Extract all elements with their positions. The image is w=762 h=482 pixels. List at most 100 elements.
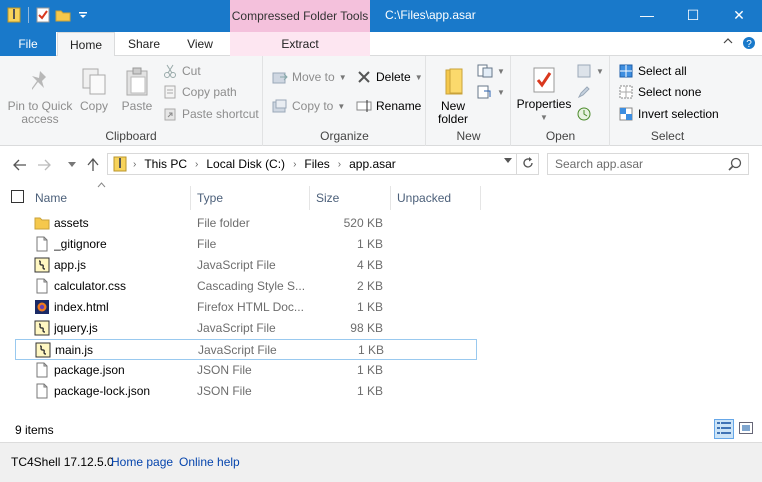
file-name: index.html [54, 300, 109, 314]
invert-selection-button[interactable]: Invert selection [618, 105, 719, 123]
rename-button[interactable]: Rename [356, 97, 421, 115]
organize-group-label: Organize [320, 129, 369, 143]
maximize-button[interactable]: ☐ [670, 0, 716, 30]
column-header-size[interactable]: Size [310, 186, 391, 210]
copy-path-button[interactable]: Copy path [162, 83, 237, 101]
back-arrow-icon[interactable] [11, 156, 29, 174]
select-all-checkbox[interactable] [11, 190, 24, 203]
copy-to-button[interactable]: Copy to ▼ [272, 97, 345, 115]
search-box[interactable]: Search app.asar [547, 153, 749, 175]
file-icon [34, 362, 50, 378]
history-button[interactable] [576, 105, 592, 123]
file-type: Firefox HTML Doc... [197, 300, 304, 314]
delete-button[interactable]: Delete ▼ [356, 68, 423, 86]
tc4shell-footer: TC4Shell 17.12.5.0 Home page Online help [0, 442, 762, 482]
history-icon [576, 106, 592, 122]
column-header-type[interactable]: Type [191, 186, 310, 210]
file-name: _gitignore [54, 237, 107, 251]
close-button[interactable]: ✕ [716, 0, 762, 30]
cut-button[interactable]: Cut [162, 62, 201, 80]
paste-shortcut-button[interactable]: Paste shortcut [162, 105, 259, 123]
tab-extract[interactable]: Extract [230, 32, 370, 56]
file-type: File [197, 237, 217, 251]
rename-label: Rename [376, 99, 422, 113]
breadcrumb-files[interactable]: Files [304, 157, 329, 171]
quick-access-toolbar [6, 6, 91, 24]
up-arrow-icon[interactable] [84, 156, 102, 174]
archive-icon[interactable] [6, 6, 22, 24]
new-folder-icon [437, 66, 469, 98]
firefox-icon [34, 299, 50, 315]
select-none-button[interactable]: Select none [618, 83, 701, 101]
tab-view[interactable]: View [173, 32, 227, 56]
ribbon-tabs: File Home Share View Extract [0, 32, 762, 57]
pin-icon [24, 66, 56, 98]
select-all-button[interactable]: Select all [618, 62, 687, 80]
rename-icon [356, 98, 372, 114]
move-to-caret-icon: ▼ [338, 72, 347, 82]
file-row[interactable]: assets File folder 520 KB [15, 213, 477, 234]
file-row[interactable]: app.js JavaScript File 4 KB [15, 255, 477, 276]
search-icon [728, 157, 742, 174]
file-type: JSON File [197, 384, 252, 398]
properties-check-icon[interactable] [35, 6, 51, 24]
easy-access-button[interactable]: ▼ [477, 83, 505, 101]
move-to-button[interactable]: Move to ▼ [272, 68, 347, 86]
select-none-label: Select none [638, 85, 702, 99]
forward-arrow-icon[interactable] [35, 156, 53, 174]
breadcrumb-this-pc[interactable]: This PC [144, 157, 187, 171]
address-dropdown-icon[interactable] [504, 156, 512, 167]
file-name: assets [54, 216, 89, 230]
select-group: Select all Select none Invert selection … [611, 56, 724, 146]
online-help-link[interactable]: Online help [179, 455, 240, 469]
details-view-button[interactable] [714, 419, 734, 439]
file-row[interactable]: package-lock.json JSON File 1 KB [15, 381, 477, 402]
search-input[interactable]: Search app.asar [555, 157, 643, 171]
large-icons-view-icon [739, 421, 753, 437]
file-row[interactable]: package.json JSON File 1 KB [15, 360, 477, 381]
help-icon[interactable]: ? [742, 36, 756, 53]
file-size: 98 KB [350, 321, 383, 335]
file-type: JavaScript File [198, 343, 277, 357]
file-row[interactable]: index.html Firefox HTML Doc... 1 KB [15, 297, 477, 318]
file-type: JavaScript File [197, 258, 276, 272]
new-folder-label: New folder [437, 99, 469, 126]
file-row[interactable]: main.js JavaScript File 1 KB [15, 339, 477, 360]
file-row[interactable]: _gitignore File 1 KB [15, 234, 477, 255]
file-name: jquery.js [54, 321, 98, 335]
large-icons-view-button[interactable] [736, 419, 756, 439]
file-type: Cascading Style S... [197, 279, 306, 293]
new-group: New folder ▼ ▼ New [427, 56, 511, 146]
breadcrumb-local-disk[interactable]: Local Disk (C:) [206, 157, 285, 171]
pin-to-quick-access-button[interactable]: Pin to Quick access [6, 66, 74, 126]
open-button[interactable]: ▼ [576, 62, 604, 80]
column-header-unpacked[interactable]: Unpacked [391, 186, 481, 210]
new-item-button[interactable]: ▼ [477, 62, 505, 80]
file-row[interactable]: jquery.js JavaScript File 98 KB [15, 318, 477, 339]
copy-to-caret-icon: ▼ [337, 101, 346, 111]
tab-home[interactable]: Home [57, 32, 115, 57]
tab-share[interactable]: Share [117, 32, 171, 56]
properties-button[interactable]: Properties ▼ [516, 64, 572, 124]
column-header-name[interactable]: Name [29, 186, 191, 210]
file-row[interactable]: calculator.css Cascading Style S... 2 KB [15, 276, 477, 297]
copy-button[interactable]: Copy [76, 66, 112, 113]
refresh-button[interactable] [517, 153, 539, 175]
ribbon-collapse-icon[interactable] [723, 36, 733, 48]
minimize-button[interactable]: — [624, 0, 670, 30]
paste-button[interactable]: Paste [118, 66, 156, 113]
file-type: File folder [197, 216, 250, 230]
file-size: 1 KB [357, 343, 384, 357]
ribbon: Pin to Quick access Copy Paste Cut Copy … [0, 56, 762, 146]
new-folder-icon[interactable] [55, 6, 71, 24]
address-bar[interactable]: › This PC › Local Disk (C:) › Files › ap… [107, 153, 517, 175]
edit-button[interactable] [576, 83, 592, 101]
tab-file[interactable]: File [0, 32, 56, 56]
recent-locations-icon[interactable] [63, 156, 81, 174]
new-folder-button[interactable]: New folder [433, 66, 473, 126]
home-page-link[interactable]: Home page [111, 455, 173, 469]
file-name: app.js [54, 258, 87, 272]
properties-caret-icon: ▼ [540, 113, 548, 122]
customize-qat-icon[interactable] [75, 6, 91, 24]
breadcrumb-app-asar[interactable]: app.asar [349, 157, 396, 171]
